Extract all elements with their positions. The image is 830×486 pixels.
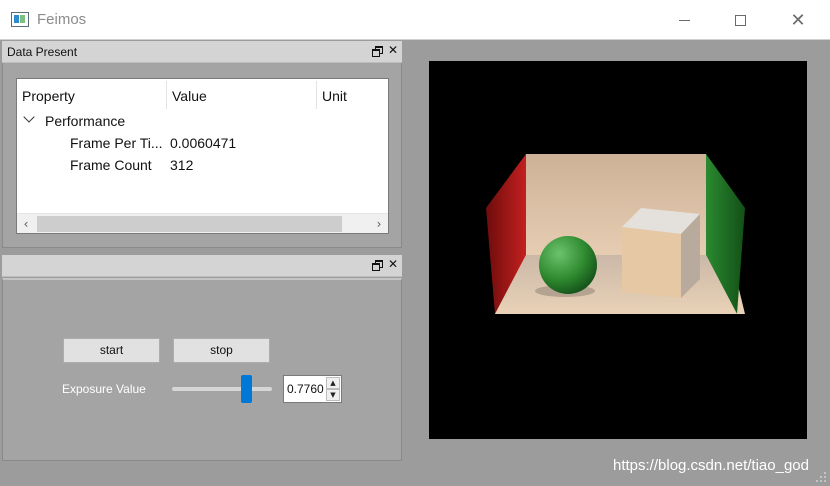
row-value: 0.0060471 (170, 135, 237, 151)
row-property: Frame Per Ti... (70, 135, 163, 151)
controls-dock (2, 278, 402, 461)
minimize-button[interactable] (661, 0, 707, 40)
spin-down-icon[interactable]: ▼ (326, 389, 340, 401)
resize-grip-icon[interactable] (815, 471, 827, 483)
scroll-right-icon[interactable]: › (370, 216, 388, 232)
minimize-icon (678, 19, 690, 21)
exposure-spinbox[interactable]: 0.7760 ▲ ▼ (283, 375, 342, 403)
scroll-left-icon[interactable]: ‹ (17, 216, 35, 232)
exposure-label: Exposure Value (62, 382, 146, 396)
exposure-slider-handle[interactable] (240, 375, 252, 403)
maximize-button[interactable] (717, 0, 763, 40)
cornell-box-render (486, 154, 745, 314)
column-header-value[interactable]: Value (172, 88, 207, 104)
row-property: Frame Count (70, 157, 152, 173)
green-sphere (539, 236, 597, 294)
table-row[interactable]: Frame Per Ti... 0.0060471 (17, 132, 388, 154)
chevron-down-icon[interactable] (23, 111, 35, 123)
float-dock-icon[interactable] (371, 260, 383, 271)
floor-front (495, 255, 737, 314)
row-value: 312 (170, 157, 194, 173)
column-header-unit[interactable]: Unit (322, 88, 347, 104)
window-title: Feimos (37, 11, 87, 28)
close-dock-icon[interactable]: ✕ (388, 44, 398, 56)
exposure-value[interactable]: 0.7760 (287, 382, 324, 396)
float-dock-icon[interactable] (371, 46, 383, 57)
maximize-icon (734, 14, 746, 26)
table-row[interactable]: Frame Count 312 (17, 154, 388, 176)
exposure-slider[interactable] (172, 387, 272, 391)
spin-up-icon[interactable]: ▲ (326, 377, 340, 389)
stop-button[interactable]: stop (173, 338, 270, 363)
close-dock-icon[interactable]: ✕ (388, 258, 398, 270)
column-header-property[interactable]: Property (22, 88, 75, 104)
tree-header: Property Value Unit (17, 79, 388, 111)
close-window-button[interactable]: ✕ (775, 0, 821, 40)
app-window-icon (11, 12, 29, 27)
horizontal-scrollbar[interactable]: ‹ › (17, 213, 388, 233)
render-viewport[interactable] (429, 61, 807, 439)
tree-group-label: Performance (45, 113, 126, 129)
watermark-text: https://blog.csdn.net/tiao_god (613, 457, 809, 474)
start-button[interactable]: start (63, 338, 160, 363)
dock-title: Data Present (7, 45, 78, 59)
data-present-dock-header: Data Present ✕ (2, 41, 402, 63)
title-bar: Feimos ✕ (0, 0, 830, 40)
box-front (622, 227, 681, 298)
tree-group-row[interactable]: Performance (17, 110, 388, 132)
close-icon: ✕ (790, 9, 806, 31)
property-tree[interactable]: Property Value Unit Performance Frame Pe… (16, 78, 389, 234)
scrollbar-thumb[interactable] (37, 216, 342, 232)
controls-dock-header: ✕ (2, 255, 402, 277)
